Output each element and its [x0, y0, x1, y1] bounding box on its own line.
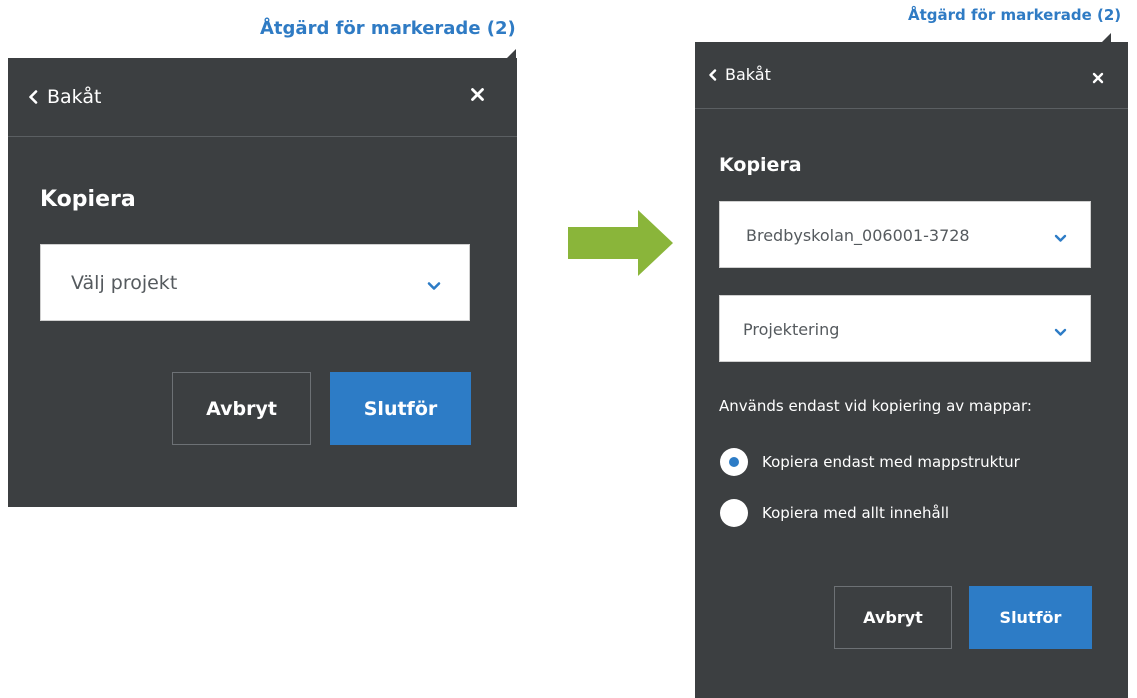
radio-option-structure-only[interactable]: Kopiera endast med mappstruktur — [720, 448, 1020, 476]
chevron-down-icon — [1054, 228, 1067, 247]
back-label: Bakåt — [725, 65, 771, 84]
cancel-button[interactable]: Avbryt — [834, 586, 952, 649]
chevron-left-icon — [28, 90, 38, 104]
copy-panel: Bakåt Kopiera Bredbyskolan_006001-3728 P… — [695, 42, 1128, 698]
section-title: Kopiera — [719, 154, 802, 176]
chevron-down-icon — [427, 276, 441, 295]
radio-button-unchecked[interactable] — [720, 499, 748, 527]
section-title: Kopiera — [40, 187, 136, 212]
radio-option-all-content[interactable]: Kopiera med allt innehåll — [720, 499, 949, 527]
project-select-value: Välj projekt — [71, 272, 178, 294]
close-button[interactable] — [1092, 69, 1104, 88]
chevron-down-icon — [1054, 322, 1067, 341]
back-button[interactable]: Bakåt — [708, 65, 771, 84]
back-button[interactable]: Bakåt — [28, 86, 101, 108]
panel-pointer — [1102, 33, 1111, 42]
selected-actions-trigger[interactable]: Åtgärd för markerade (2) — [908, 6, 1121, 24]
folder-copy-note: Används endast vid kopiering av mappar: — [719, 397, 1032, 415]
cancel-button[interactable]: Avbryt — [172, 372, 311, 445]
back-label: Bakåt — [47, 86, 102, 108]
project-select[interactable]: Välj projekt — [40, 244, 470, 321]
selected-actions-trigger[interactable]: Åtgärd för markerade (2) — [260, 18, 516, 39]
radio-label: Kopiera med allt innehåll — [762, 504, 950, 522]
radio-button-checked[interactable] — [720, 448, 748, 476]
panel-pointer — [507, 49, 516, 58]
copy-panel: Bakåt Kopiera Välj projekt Avbryt Slutfö… — [8, 58, 517, 507]
folder-select-value: Projektering — [743, 320, 840, 339]
finish-button[interactable]: Slutför — [330, 372, 471, 445]
folder-select[interactable]: Projektering — [719, 295, 1091, 362]
panel-header: Bakåt — [8, 58, 517, 137]
project-select-value: Bredbyskolan_006001-3728 — [746, 226, 970, 245]
finish-button[interactable]: Slutför — [969, 586, 1092, 649]
close-button[interactable] — [470, 87, 485, 106]
right-arrow-icon — [568, 210, 673, 276]
project-select[interactable]: Bredbyskolan_006001-3728 — [719, 201, 1091, 268]
panel-header: Bakåt — [695, 42, 1128, 109]
radio-label: Kopiera endast med mappstruktur — [762, 453, 1020, 471]
close-icon — [1092, 72, 1104, 84]
close-icon — [471, 88, 484, 101]
chevron-left-icon — [708, 68, 717, 81]
